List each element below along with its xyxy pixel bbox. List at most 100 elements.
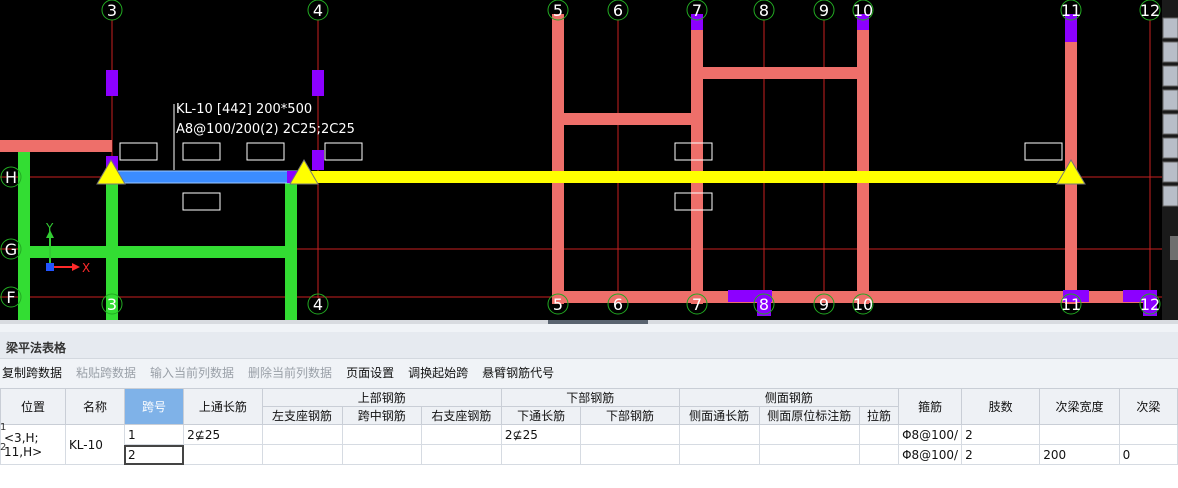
grid-top-6: 6 [613, 1, 623, 20]
cell-top-through[interactable] [183, 444, 263, 465]
header-left-support[interactable]: 左支座钢筋 [261, 406, 343, 425]
header-top-rebar[interactable]: 上部钢筋 [261, 388, 502, 407]
cell-legs[interactable]: 2 [961, 424, 1041, 445]
cell-left-support[interactable] [261, 444, 343, 465]
grid-bottom-12: 12 [1140, 295, 1160, 314]
svg-text:X: X [82, 261, 90, 275]
cell-left-support[interactable] [261, 424, 343, 445]
grid-top-3: 3 [107, 1, 117, 20]
header-name[interactable]: 名称 [64, 388, 125, 425]
beam-table-panel: 梁平法表格 复制跨数据 粘贴跨数据 输入当前列数据 删除当前列数据 页面设置 调… [0, 324, 1178, 488]
cell-mid-span[interactable] [341, 444, 422, 465]
panel-title-bar [0, 332, 1178, 359]
cell-secondary-width[interactable] [1039, 424, 1120, 445]
paste-span-data-button[interactable]: 粘贴跨数据 [76, 362, 136, 384]
header-stirrup[interactable]: 箍筋 [898, 388, 963, 425]
position-line-2: 11,H> [4, 444, 43, 459]
cell-name[interactable]: KL-10 [64, 424, 125, 465]
header-side-original[interactable]: 侧面原位标注筋 [758, 406, 860, 425]
grid-bottom-8: 8 [759, 295, 769, 314]
grid-bottom-4: 4 [313, 295, 323, 314]
horizontal-grid-lines [0, 176, 1178, 298]
beam-table: 位置 名称 跨号 上通长筋 上部钢筋 下部钢筋 侧面钢筋 箍筋 肢数 次梁宽度 … [0, 388, 1178, 488]
header-bottom-bars[interactable]: 下部钢筋 [580, 406, 680, 425]
grid-top-11: 11 [1061, 1, 1081, 20]
grid-left-H: H [5, 168, 17, 187]
cell-top-through[interactable]: 2⊈25 [183, 424, 263, 445]
cell-stirrup[interactable]: Φ8@100/ [898, 444, 963, 465]
header-right-support[interactable]: 右支座钢筋 [420, 406, 502, 425]
cell-position[interactable]: <3,H; 11,H> [0, 424, 66, 465]
grid-left-F: F [6, 288, 15, 307]
cell-bottom-bars[interactable] [580, 444, 680, 465]
grid-bottom-3: 3 [107, 295, 117, 314]
grid-bottom-6: 6 [613, 295, 623, 314]
beam-span-2[interactable] [299, 171, 1071, 183]
cell-legs[interactable]: 2 [961, 444, 1041, 465]
input-column-data-button[interactable]: 输入当前列数据 [150, 362, 234, 384]
cell-secondary-more[interactable]: 0 [1118, 444, 1178, 465]
table-row[interactable]: <3,H; 11,H> KL-10 1 2⊈25 2⊈25 Φ8@100/ 2 [0, 424, 1178, 465]
cell-bottom-bars[interactable] [580, 424, 680, 445]
cell-side-original[interactable] [758, 424, 860, 445]
cell-right-support[interactable] [420, 444, 502, 465]
table-toolbar: 复制跨数据 粘贴跨数据 输入当前列数据 删除当前列数据 页面设置 调换起始跨 悬… [0, 362, 554, 384]
view-toolbar-strip[interactable] [1162, 0, 1178, 320]
beam-annotation-line2: A8@100/200(2) 2C25;2C25 [176, 122, 355, 137]
cell-span[interactable]: 1 [123, 424, 185, 445]
cad-drawing-canvas[interactable]: KL-10 [442] 200*500 A8@100/200(2) 2C25;2… [0, 0, 1178, 320]
row-indicator-2: 2 [0, 442, 7, 453]
cell-side-through[interactable] [678, 444, 760, 465]
grid-labels-top: 3 4 5 6 7 8 9 10 11 12 [107, 1, 1160, 20]
header-bottom-rebar[interactable]: 下部钢筋 [500, 388, 680, 407]
grid-top-7: 7 [692, 1, 702, 20]
columns[interactable] [106, 14, 1157, 316]
cell-mid-span[interactable] [341, 424, 422, 445]
header-legs[interactable]: 肢数 [961, 388, 1041, 425]
header-secondary-width[interactable]: 次梁宽度 [1039, 388, 1120, 425]
cell-stirrup[interactable]: Φ8@100/ [898, 424, 963, 445]
swap-start-span-button[interactable]: 调换起始跨 [408, 362, 468, 384]
header-tie[interactable]: 拉筋 [858, 406, 900, 425]
grid-bottom-9: 9 [819, 295, 829, 314]
grid-top-10: 10 [853, 1, 873, 20]
grid-bottom-10: 10 [853, 295, 873, 314]
header-top-through[interactable]: 上通长筋 [183, 388, 263, 425]
copy-span-data-button[interactable]: 复制跨数据 [2, 362, 62, 384]
grid-bottom-11: 11 [1061, 295, 1081, 314]
header-side-rebar[interactable]: 侧面钢筋 [678, 388, 900, 407]
page-setup-button[interactable]: 页面设置 [346, 362, 394, 384]
grid-top-4: 4 [313, 1, 323, 20]
header-secondary-more[interactable]: 次梁 [1118, 388, 1178, 425]
grid-bubbles-top [101, 0, 1161, 21]
selected-beam-span-1[interactable] [111, 170, 300, 184]
header-bottom-through[interactable]: 下通长筋 [500, 406, 582, 425]
cell-side-through[interactable] [678, 424, 760, 445]
grid-bottom-5: 5 [553, 295, 563, 314]
cell-secondary-more[interactable] [1118, 424, 1178, 445]
beam-annotation-line1: KL-10 [442] 200*500 [176, 102, 312, 117]
cell-tie[interactable] [858, 424, 900, 445]
grid-left-G: G [5, 240, 17, 259]
table-row[interactable]: 2 Φ8@100/ 2 200 0 [1, 444, 1178, 465]
cell-secondary-width[interactable]: 200 [1039, 444, 1120, 465]
grid-top-12: 12 [1140, 1, 1160, 20]
header-position[interactable]: 位置 [0, 388, 66, 425]
cell-span[interactable]: 2 [123, 444, 185, 465]
grid-top-9: 9 [819, 1, 829, 20]
row-indicator-1: 1 [0, 422, 7, 433]
header-mid-span[interactable]: 跨中钢筋 [341, 406, 422, 425]
cell-right-support[interactable] [420, 424, 502, 445]
svg-text:Y: Y [45, 221, 54, 235]
panel-title: 梁平法表格 [6, 341, 67, 355]
cell-side-original[interactable] [758, 444, 860, 465]
delete-column-data-button[interactable]: 删除当前列数据 [248, 362, 332, 384]
cell-bottom-through[interactable]: 2⊈25 [500, 424, 582, 445]
cantilever-rebar-code-button[interactable]: 悬臂钢筋代号 [482, 362, 554, 384]
grid-bottom-7: 7 [692, 295, 702, 314]
grid-top-8: 8 [759, 1, 769, 20]
cell-bottom-through[interactable] [500, 444, 582, 465]
cell-tie[interactable] [858, 444, 900, 465]
header-side-through[interactable]: 侧面通长筋 [678, 406, 760, 425]
header-span[interactable]: 跨号 [123, 388, 185, 425]
